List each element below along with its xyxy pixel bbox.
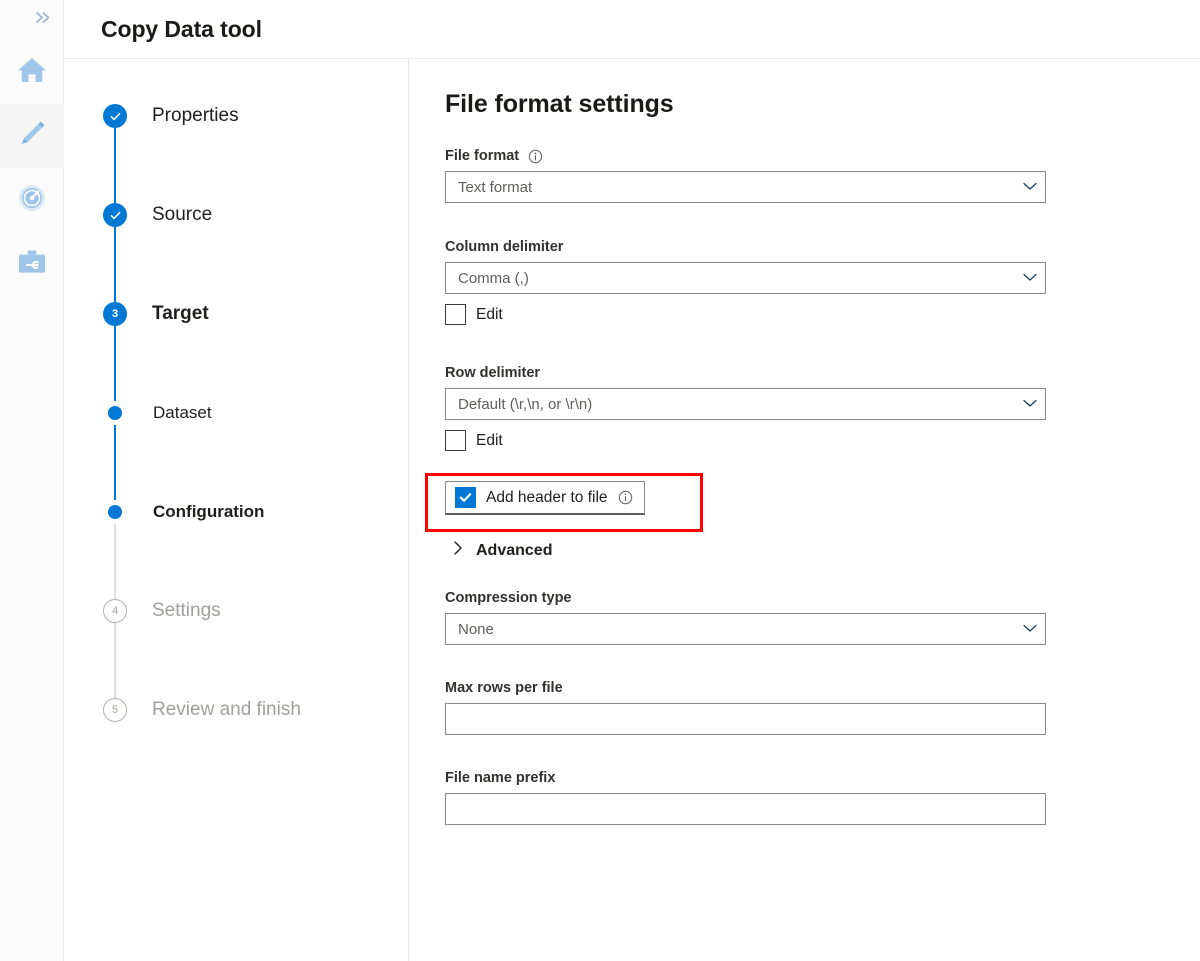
rail-item-monitor[interactable] [0,168,64,232]
field-compression-type: Compression type None [445,590,1046,645]
checkbox-label: Edit [476,431,503,449]
field-label-compression-type: Compression type [445,590,572,606]
compression-type-dropdown[interactable]: None [445,613,1046,645]
steps-list: Properties Source 3 Target Dataset Confi… [64,104,408,722]
rail-expand-button[interactable] [0,0,64,40]
file-format-dropdown[interactable]: Text format [445,171,1046,203]
file-format-settings-form: File format settings File format Text fo… [409,59,1200,961]
checkbox-box [445,304,466,325]
step-item-properties[interactable]: Properties [103,104,408,128]
chevron-down-icon [1023,178,1037,196]
form-heading: File format settings [445,90,674,118]
step-item-source[interactable]: Source [103,203,408,227]
rail-item-manage[interactable] [0,232,64,296]
column-delimiter-value: Comma (,) [458,269,529,287]
step-connector [114,227,116,302]
step-connector [114,326,116,401]
field-label-column-delimiter: Column delimiter [445,239,564,255]
advanced-section-toggle[interactable]: Advanced [453,540,552,561]
step-marker [103,104,127,128]
checkbox-label: Edit [476,305,503,323]
step-label: Configuration [153,502,265,521]
file-name-prefix-input[interactable] [445,793,1046,825]
info-icon[interactable] [528,149,543,164]
step-connector [114,425,116,500]
step-connector [114,524,116,599]
step-marker [103,500,127,524]
double-chevron-right-icon [35,11,52,29]
step-marker: 3 [103,302,127,326]
gauge-icon [15,181,49,220]
field-label-row-delimiter: Row delimiter [445,365,541,381]
rail-item-home[interactable] [0,40,64,104]
toolbox-icon [15,245,49,284]
max-rows-per-file-input[interactable] [445,703,1046,735]
row-delimiter-edit-checkbox[interactable]: Edit [445,430,503,451]
row-delimiter-value: Default (\r,\n, or \r\n) [458,395,593,413]
step-marker: 5 [103,698,127,722]
page-title: Copy Data tool [101,15,262,42]
field-row-delimiter: Row delimiter Default (\r,\n, or \r\n) E… [445,365,1046,451]
row-delimiter-dropdown[interactable]: Default (\r,\n, or \r\n) [445,388,1046,420]
chevron-down-icon [1023,395,1037,413]
step-item-settings[interactable]: 4 Settings [103,599,408,623]
info-icon[interactable] [618,490,633,505]
field-label-file-name-prefix: File name prefix [445,770,556,786]
app-rail [0,0,64,961]
field-label-max-rows-per-file: Max rows per file [445,680,563,696]
chevron-right-icon [453,540,463,561]
field-file-name-prefix: File name prefix [445,770,1046,825]
step-label: Target [152,303,209,324]
checkbox-label: Add header to file [486,488,608,506]
step-number: 5 [103,698,127,722]
field-column-delimiter: Column delimiter Comma (,) Edit [445,239,1046,325]
home-icon [15,53,49,92]
column-delimiter-edit-checkbox[interactable]: Edit [445,304,503,325]
step-item-review-and-finish[interactable]: 5 Review and finish [103,698,408,722]
column-delimiter-dropdown[interactable]: Comma (,) [445,262,1046,294]
step-dot-icon [103,401,127,425]
wizard-header: Copy Data tool [64,0,1200,59]
chevron-down-icon [1023,269,1037,287]
step-label: Source [152,204,213,225]
field-label-file-format: File format [445,148,1046,164]
checkbox-box-checked [455,487,476,508]
checkbox-box [445,430,466,451]
field-add-header-to-file: Add header to file [445,481,645,515]
step-item-target[interactable]: 3 Target [103,302,408,326]
step-label: Properties [152,105,239,126]
step-dot-icon [103,500,127,524]
chevron-down-icon [1023,620,1037,638]
step-number: 3 [103,302,127,326]
pencil-icon [15,117,49,156]
rail-item-author[interactable] [0,104,64,168]
advanced-label: Advanced [476,541,553,559]
step-connector [114,128,116,203]
field-max-rows-per-file: Max rows per file [445,680,1046,735]
wizard-steps-panel: Properties Source 3 Target Dataset Confi… [64,59,409,961]
step-marker: 4 [103,599,127,623]
field-file-format: File format Text format [445,148,1046,203]
step-marker [103,203,127,227]
step-label: Review and finish [152,699,301,720]
step-item-configuration[interactable]: Configuration [103,500,408,524]
step-label: Settings [152,600,221,621]
compression-type-value: None [458,620,494,638]
check-icon [103,104,127,128]
step-label: Dataset [153,403,212,422]
add-header-to-file-checkbox[interactable]: Add header to file [455,487,633,508]
step-marker [103,401,127,425]
step-number: 4 [103,599,127,623]
file-format-value: Text format [458,178,533,196]
step-connector [114,623,116,698]
check-icon [103,203,127,227]
step-item-dataset[interactable]: Dataset [103,401,408,425]
add-header-focus-ring: Add header to file [445,481,645,515]
